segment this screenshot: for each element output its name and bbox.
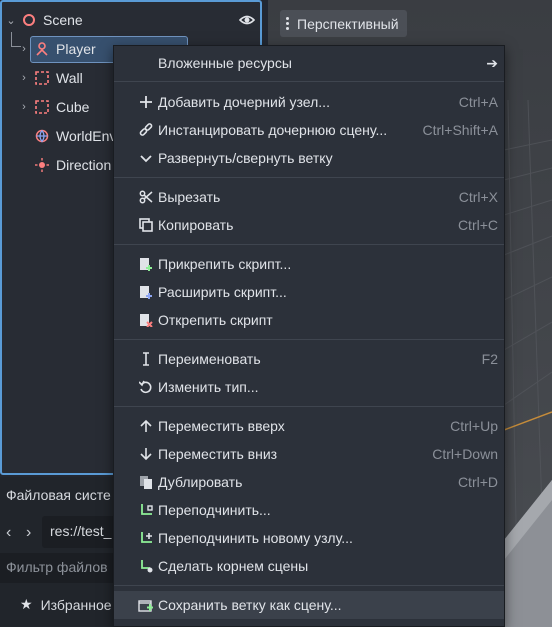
world-environment-icon	[34, 128, 50, 144]
menu-separator	[114, 81, 504, 82]
menu-item-cut[interactable]: Вырезать Ctrl+X	[114, 183, 504, 211]
move-down-icon	[138, 446, 154, 462]
add-icon	[138, 94, 154, 110]
static-body-icon	[34, 99, 50, 115]
node-context-menu[interactable]: Вложенные ресурсы ➔ Добавить дочерний уз…	[113, 45, 505, 627]
tree-row-wall[interactable]: › Wall	[18, 64, 83, 92]
tree-row-worldenv[interactable]: WorldEnv	[18, 122, 116, 150]
scissors-icon	[138, 189, 154, 205]
menu-item-move-down[interactable]: Переместить вниз Ctrl+Down	[114, 440, 504, 468]
menu-item-attach-script[interactable]: Прикрепить скрипт...	[114, 250, 504, 278]
reparent-icon	[138, 502, 154, 518]
change-type-icon	[138, 379, 154, 395]
tree-row-scene[interactable]: ⌄ Scene	[5, 6, 83, 34]
menu-item-reparent[interactable]: Переподчинить...	[114, 496, 504, 524]
script-attach-icon	[138, 256, 154, 272]
character-body-icon	[34, 41, 50, 57]
filesystem-title: Файловая систе	[6, 487, 111, 503]
script-detach-icon	[138, 312, 154, 328]
menu-item-move-up[interactable]: Переместить вверх Ctrl+Up	[114, 412, 504, 440]
back-arrow-icon[interactable]: ‹	[6, 524, 11, 542]
visibility-eye-icon[interactable]	[238, 12, 256, 28]
menu-item-copy[interactable]: Копировать Ctrl+C	[114, 211, 504, 239]
move-up-icon	[138, 418, 154, 434]
link-icon	[138, 122, 154, 138]
forward-arrow-icon[interactable]: ›	[26, 524, 31, 542]
rename-icon	[138, 351, 154, 367]
tree-node-label: WorldEnv	[56, 128, 117, 144]
menu-item-make-scene-root[interactable]: Сделать корнем сцены	[114, 552, 504, 580]
script-extend-icon	[138, 284, 154, 300]
menu-item-sub-resources[interactable]: Вложенные ресурсы ➔	[114, 49, 504, 77]
menu-item-extend-script[interactable]: Расширить скрипт...	[114, 278, 504, 306]
reparent-new-icon	[138, 530, 154, 546]
copy-icon	[138, 217, 154, 233]
tree-node-label: Cube	[56, 99, 90, 115]
menu-item-add-child-node[interactable]: Добавить дочерний узел... Ctrl+A	[114, 88, 504, 116]
static-body-icon	[34, 70, 50, 86]
node3d-icon	[21, 12, 37, 28]
menu-item-detach-script[interactable]: Открепить скрипт	[114, 306, 504, 334]
make-root-icon	[138, 558, 154, 574]
chevron-right-icon[interactable]: ›	[18, 101, 30, 113]
file-filter-input[interactable]: Фильтр файлов	[0, 553, 120, 583]
chevron-down-icon[interactable]: ⌄	[5, 14, 17, 27]
menu-item-reparent-to-new-node[interactable]: Переподчинить новому узлу...	[114, 524, 504, 552]
menu-separator	[114, 406, 504, 407]
tree-node-label: Wall	[56, 70, 83, 86]
tree-node-label: Player	[56, 41, 96, 57]
menu-item-instantiate-child-scene[interactable]: Инстанцировать дочернюю сцену... Ctrl+Sh…	[114, 116, 504, 144]
menu-separator	[114, 585, 504, 586]
menu-dots-icon	[286, 17, 289, 30]
perspective-label: Перспективный	[297, 15, 399, 32]
menu-separator	[114, 339, 504, 340]
tree-row-cube[interactable]: › Cube	[18, 93, 89, 121]
menu-separator	[114, 177, 504, 178]
tree-row-player[interactable]: › Player	[18, 35, 96, 63]
star-icon: ★	[20, 596, 33, 612]
save-branch-icon	[138, 597, 154, 613]
perspective-button[interactable]: Перспективный	[280, 10, 407, 37]
chevron-right-icon[interactable]: ›	[18, 72, 30, 84]
menu-item-expand-collapse-branch[interactable]: Развернуть/свернуть ветку	[114, 144, 504, 172]
menu-item-save-branch-as-scene[interactable]: Сохранить ветку как сцену...	[114, 591, 504, 619]
chevron-right-icon[interactable]: ›	[18, 43, 30, 55]
menu-item-rename[interactable]: Переименовать F2	[114, 345, 504, 373]
menu-separator	[114, 244, 504, 245]
tree-node-label: Scene	[43, 12, 83, 28]
menu-item-change-type[interactable]: Изменить тип...	[114, 373, 504, 401]
menu-item-duplicate[interactable]: Дублировать Ctrl+D	[114, 468, 504, 496]
favorites-label: Избранное	[40, 596, 112, 613]
tree-guide-line	[11, 32, 12, 46]
duplicate-icon	[138, 474, 154, 490]
favorites-item[interactable]: ★ Избранное	[20, 596, 112, 613]
tree-node-label: Direction	[56, 157, 112, 173]
chevron-down-icon	[138, 150, 154, 166]
directional-light-icon	[34, 157, 50, 173]
tree-row-directional-light[interactable]: Direction	[18, 151, 111, 179]
submenu-arrow-icon: ➔	[486, 54, 498, 71]
